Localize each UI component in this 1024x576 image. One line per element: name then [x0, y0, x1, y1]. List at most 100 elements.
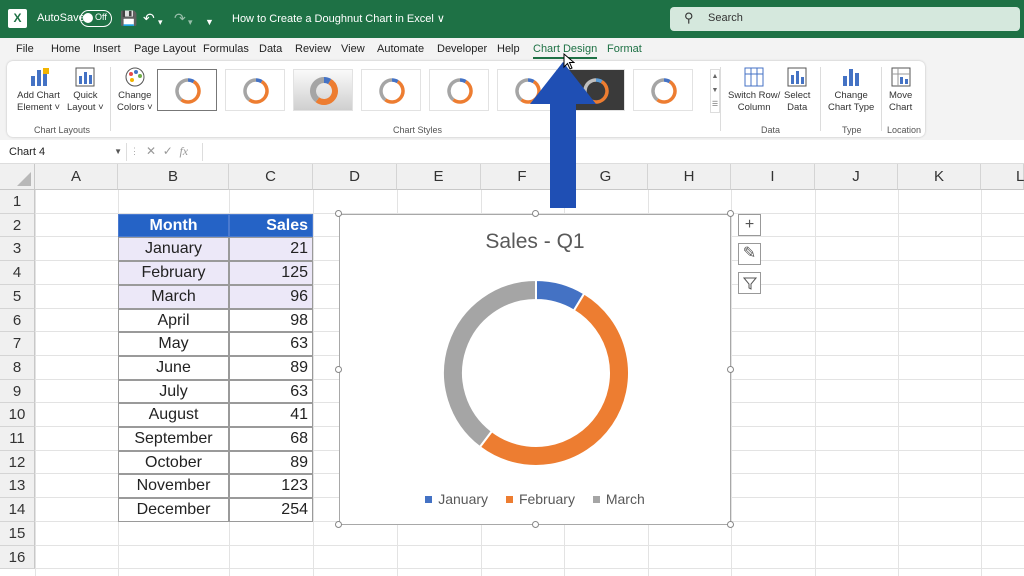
- switch-row-column-button[interactable]: Switch Row/ Column: [728, 66, 780, 114]
- gallery-scroll-icon[interactable]: ▲ ▼ ☰: [710, 69, 720, 113]
- table-cell-month[interactable]: June: [118, 356, 229, 380]
- row-header[interactable]: 8: [0, 356, 35, 380]
- add-chart-element-button[interactable]: Add Chart Element ˅: [17, 66, 60, 114]
- row-header[interactable]: 10: [0, 403, 35, 427]
- document-title[interactable]: How to Create a Doughnut Chart in Excel …: [232, 12, 445, 25]
- table-cell-sales[interactable]: 125: [229, 261, 313, 285]
- row-header[interactable]: 1: [0, 190, 35, 214]
- quick-layout-button[interactable]: Quick Layout ˅: [67, 66, 104, 114]
- chart-style-thumbnail[interactable]: [361, 69, 421, 111]
- column-header[interactable]: B: [118, 164, 229, 190]
- select-all-corner[interactable]: [0, 164, 35, 190]
- chart-legend[interactable]: January February March: [340, 491, 730, 507]
- resize-handle[interactable]: [335, 366, 342, 373]
- tab-data[interactable]: Data: [259, 43, 282, 55]
- tab-review[interactable]: Review: [295, 43, 331, 55]
- doughnut-chart[interactable]: Sales - Q1 January February March: [339, 214, 731, 525]
- move-chart-button[interactable]: Move Chart: [889, 66, 912, 114]
- chart-filters-funnel-icon[interactable]: [738, 272, 761, 294]
- undo-dropdown-icon[interactable]: ▾: [158, 13, 163, 31]
- column-header[interactable]: A: [35, 164, 118, 190]
- resize-handle[interactable]: [532, 521, 539, 528]
- tab-format[interactable]: Format: [607, 43, 642, 55]
- table-cell-sales[interactable]: 89: [229, 451, 313, 474]
- table-cell-sales[interactable]: 21: [229, 237, 313, 261]
- redo-dropdown-icon[interactable]: ▾: [188, 13, 193, 31]
- column-header[interactable]: D: [313, 164, 397, 190]
- table-cell-sales[interactable]: 96: [229, 285, 313, 309]
- resize-handle[interactable]: [335, 521, 342, 528]
- tab-help[interactable]: Help: [497, 43, 520, 55]
- column-header[interactable]: E: [397, 164, 481, 190]
- table-cell-month[interactable]: November: [118, 474, 229, 498]
- redo-icon[interactable]: ↷: [174, 9, 186, 27]
- chart-styles-brush-icon[interactable]: ✎: [738, 243, 761, 265]
- chart-elements-plus-icon[interactable]: +: [738, 214, 761, 236]
- row-header[interactable]: 7: [0, 332, 35, 356]
- column-header[interactable]: I: [731, 164, 815, 190]
- table-cell-sales[interactable]: 41: [229, 403, 313, 427]
- table-cell-month[interactable]: April: [118, 309, 229, 332]
- chart-style-thumbnail[interactable]: [429, 69, 489, 111]
- column-header[interactable]: H: [648, 164, 731, 190]
- doughnut-slice-march[interactable]: [442, 278, 537, 449]
- doughnut-slice-february[interactable]: [478, 292, 630, 467]
- table-cell-month[interactable]: August: [118, 403, 229, 427]
- row-header[interactable]: 2: [0, 214, 35, 237]
- chevron-down-icon[interactable]: ▼: [114, 143, 122, 161]
- tab-file[interactable]: File: [16, 43, 34, 55]
- chart-style-thumbnail[interactable]: [157, 69, 217, 111]
- table-cell-month[interactable]: December: [118, 498, 229, 522]
- row-header[interactable]: 15: [0, 522, 35, 546]
- row-header[interactable]: 3: [0, 237, 35, 261]
- change-colors-button[interactable]: Change Colors ˅: [117, 66, 153, 114]
- resize-handle[interactable]: [727, 521, 734, 528]
- resize-handle[interactable]: [727, 366, 734, 373]
- tab-developer[interactable]: Developer: [437, 43, 487, 55]
- formula-input[interactable]: [202, 143, 1022, 161]
- column-header[interactable]: C: [229, 164, 313, 190]
- function-icon[interactable]: fx: [179, 144, 188, 158]
- column-header[interactable]: J: [815, 164, 898, 190]
- table-cell-month[interactable]: September: [118, 427, 229, 451]
- row-header[interactable]: 6: [0, 309, 35, 332]
- table-cell-sales[interactable]: 63: [229, 380, 313, 403]
- tab-automate[interactable]: Automate: [377, 43, 424, 55]
- change-chart-type-button[interactable]: Change Chart Type: [828, 66, 874, 114]
- autosave-toggle[interactable]: Off: [80, 10, 112, 27]
- table-cell-month[interactable]: May: [118, 332, 229, 356]
- table-cell-sales[interactable]: 123: [229, 474, 313, 498]
- customize-toolbar-icon[interactable]: ▼: [205, 13, 214, 31]
- row-header[interactable]: 9: [0, 380, 35, 403]
- table-header-sales[interactable]: Sales: [229, 214, 313, 237]
- table-cell-month[interactable]: January: [118, 237, 229, 261]
- row-header[interactable]: 16: [0, 546, 35, 569]
- table-cell-sales[interactable]: 254: [229, 498, 313, 522]
- column-header[interactable]: L: [981, 164, 1024, 190]
- search-box[interactable]: ⚲ Search: [670, 7, 1020, 31]
- chart-style-thumbnail[interactable]: [633, 69, 693, 111]
- tab-home[interactable]: Home: [51, 43, 80, 55]
- tab-view[interactable]: View: [341, 43, 365, 55]
- tab-page-layout[interactable]: Page Layout: [134, 43, 196, 55]
- table-cell-sales[interactable]: 68: [229, 427, 313, 451]
- column-header[interactable]: K: [898, 164, 981, 190]
- table-header-month[interactable]: Month: [118, 214, 229, 237]
- tab-formulas[interactable]: Formulas: [203, 43, 249, 55]
- table-cell-sales[interactable]: 89: [229, 356, 313, 380]
- select-data-button[interactable]: Select Data: [784, 66, 810, 114]
- table-cell-sales[interactable]: 98: [229, 309, 313, 332]
- row-header[interactable]: 13: [0, 474, 35, 498]
- tab-insert[interactable]: Insert: [93, 43, 121, 55]
- resize-handle[interactable]: [532, 210, 539, 217]
- resize-handle[interactable]: [727, 210, 734, 217]
- chart-style-thumbnail[interactable]: [225, 69, 285, 111]
- row-header[interactable]: 12: [0, 451, 35, 474]
- undo-icon[interactable]: ↶: [143, 9, 155, 27]
- row-header[interactable]: 14: [0, 498, 35, 522]
- table-cell-month[interactable]: March: [118, 285, 229, 309]
- cancel-icon[interactable]: ✕: [146, 144, 156, 158]
- row-header[interactable]: 4: [0, 261, 35, 285]
- enter-icon[interactable]: ✓: [163, 144, 173, 158]
- table-cell-sales[interactable]: 63: [229, 332, 313, 356]
